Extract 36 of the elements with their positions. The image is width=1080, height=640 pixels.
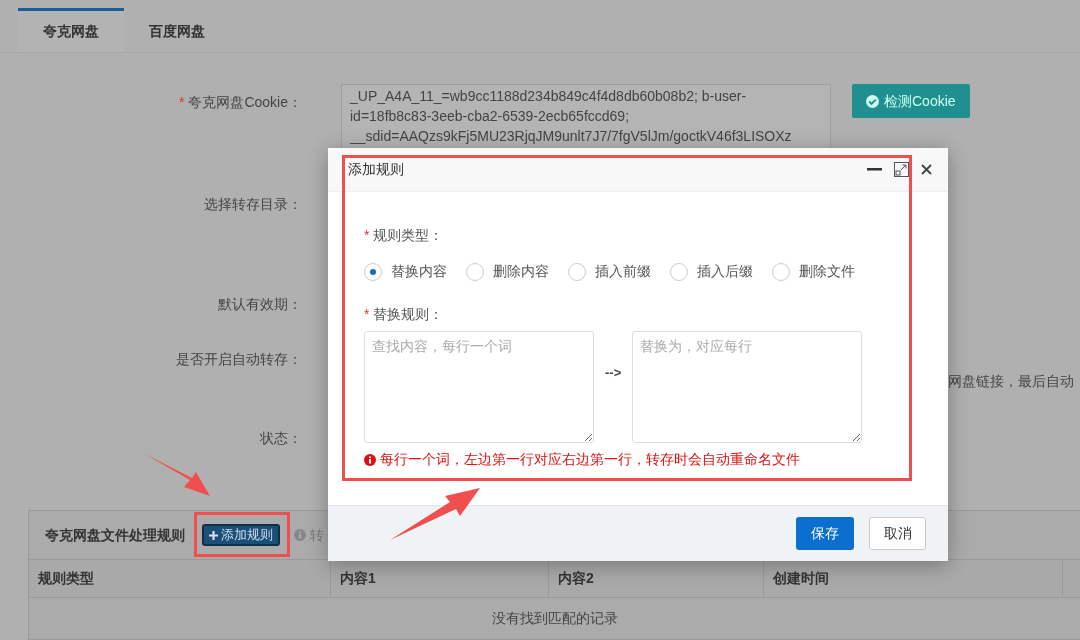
- maximize-icon[interactable]: [894, 162, 909, 177]
- radio-option[interactable]: 删除文件: [772, 261, 855, 282]
- field-label: 替换规则：: [373, 305, 444, 324]
- field-label: 是否开启自动转存：: [175, 350, 302, 369]
- required-mark: *: [364, 226, 370, 245]
- minimize-icon[interactable]: [867, 168, 882, 171]
- replace-textarea[interactable]: 替换为，对应每行: [632, 331, 863, 443]
- error-message: 每行一个词，左边第一行对应右边第一行，转存时会自动重命名文件: [380, 450, 800, 469]
- check-cookie-button[interactable]: 检测Cookie: [852, 84, 970, 118]
- radio-option[interactable]: 插入前缀: [568, 261, 651, 282]
- panel-title: 夸克网盘文件处理规则: [45, 525, 185, 545]
- tab[interactable]: 百度网盘: [124, 8, 230, 52]
- required-mark: *: [364, 305, 370, 324]
- field-label: 状态：: [259, 429, 302, 448]
- check-circle-icon: [866, 94, 879, 108]
- info-icon: [294, 529, 306, 541]
- add-rule-button[interactable]: 添加规则: [202, 524, 280, 546]
- cancel-button[interactable]: 取消: [869, 517, 926, 550]
- field-label: 夸克网盘Cookie：: [188, 93, 302, 112]
- plus-icon: [209, 530, 218, 540]
- close-icon[interactable]: [921, 164, 932, 175]
- arrow-text: -->: [605, 364, 622, 382]
- hint-text: 网盘链接，最后自动: [948, 372, 1075, 391]
- save-button[interactable]: 保存: [796, 517, 854, 550]
- radio-option[interactable]: 替换内容: [364, 261, 447, 282]
- radio-option[interactable]: 插入后缀: [670, 261, 753, 282]
- dialog-title: 添加规则: [348, 160, 404, 179]
- field-label: 选择转存目录：: [203, 195, 302, 214]
- required-mark: *: [178, 93, 185, 112]
- cookie-textarea[interactable]: _UP_A4A_11_=wb9cc1188d234b849c4f4d8db60b08b2; b-user- id=18fb8c83-3eeb-cba2-6539-2ecb65fccd69; __sdid=AAQzs9kFj5MU23RjqJM9unlt7J7/7fgV5lJm/goctkV46f3LISOXz: [341, 84, 831, 150]
- find-textarea[interactable]: 查找内容，每行一个词: [364, 331, 594, 443]
- field-label: 默认有效期：: [217, 295, 302, 314]
- empty-message: 没有找到匹配的记录: [492, 608, 618, 628]
- radio-option[interactable]: 删除内容: [466, 261, 549, 282]
- field-label: 规则类型：: [373, 226, 444, 245]
- error-icon: [364, 453, 376, 466]
